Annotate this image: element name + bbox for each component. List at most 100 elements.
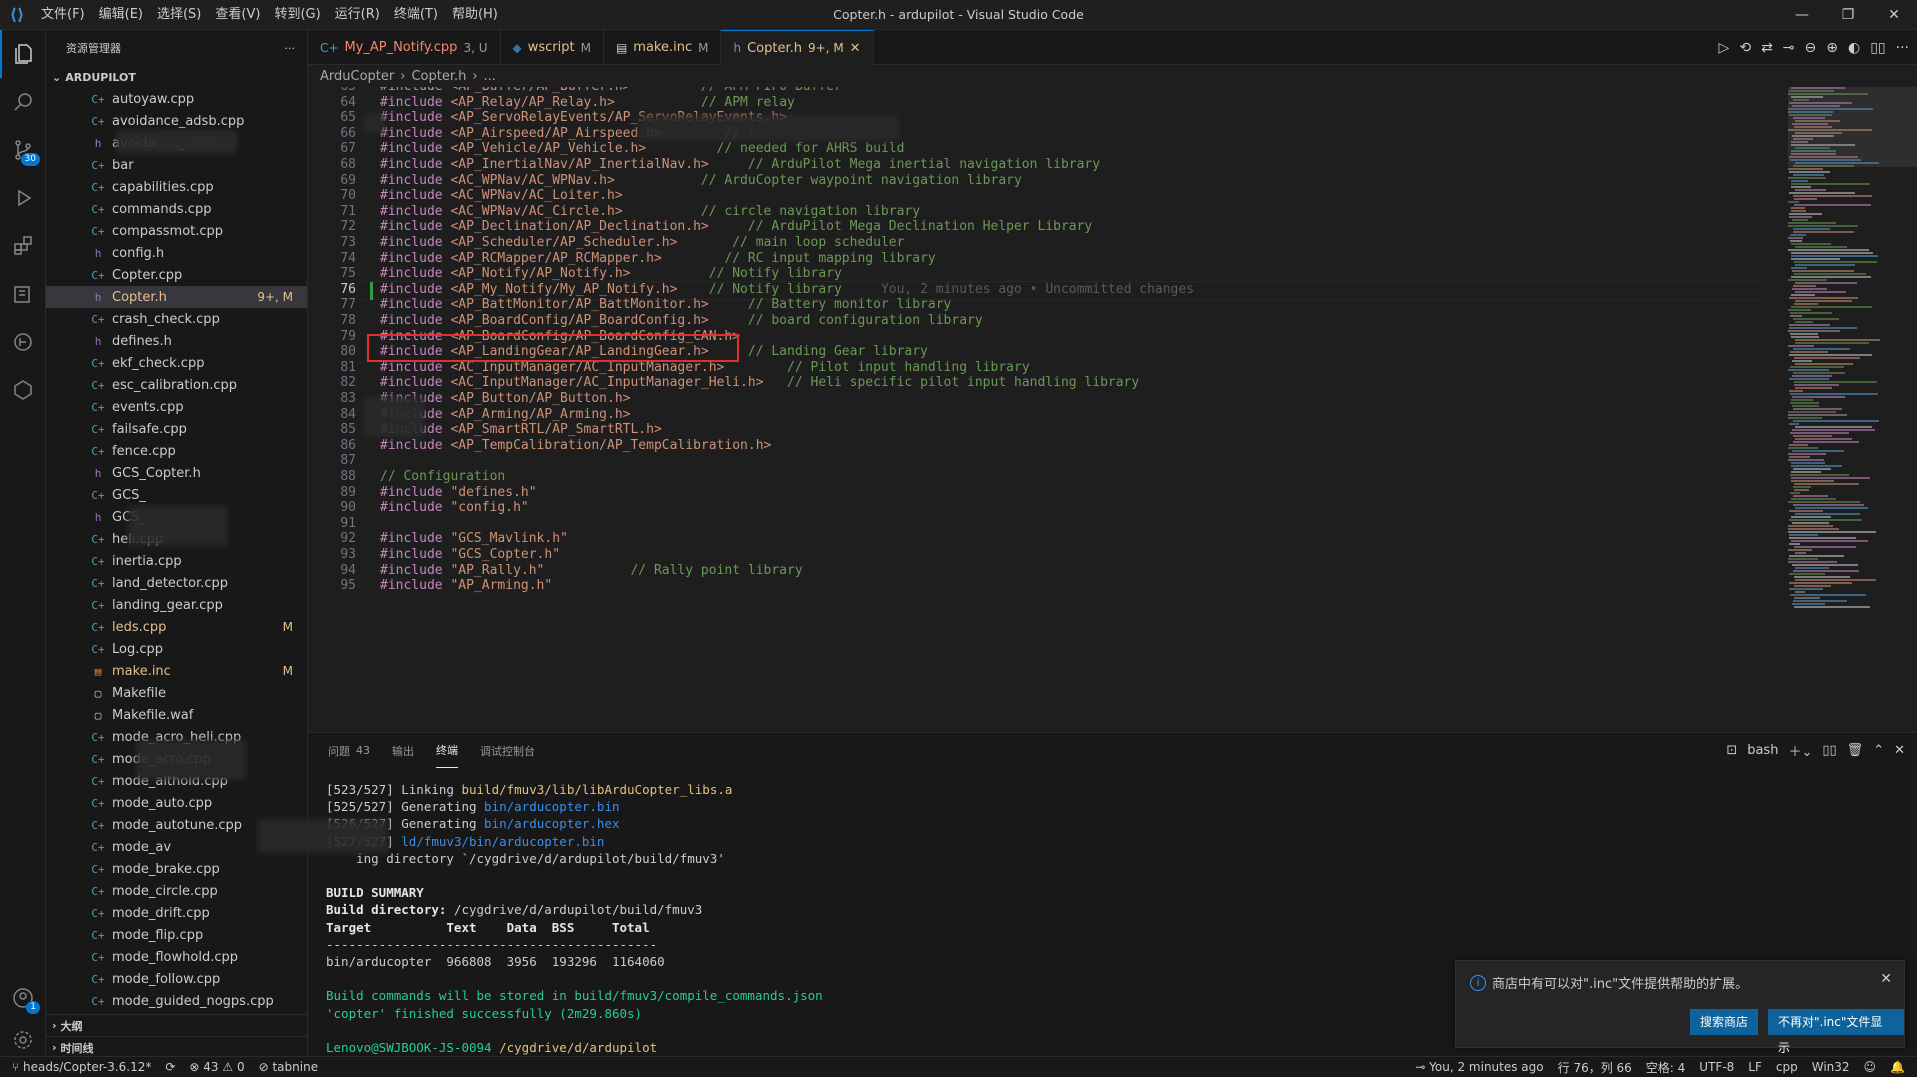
panel-tab[interactable]: 问题 43 bbox=[328, 733, 370, 768]
sync-icon[interactable]: ⟳ bbox=[165, 1060, 175, 1074]
next-change-icon[interactable]: ⊕ bbox=[1826, 40, 1838, 56]
workspace-root[interactable]: ⌄ ARDUPILOT bbox=[46, 66, 307, 88]
dont-show-again-button[interactable]: 不再对".inc"文件显示 bbox=[1768, 1009, 1904, 1055]
shell-name[interactable]: bash bbox=[1747, 743, 1778, 758]
split-editor-icon[interactable]: ▯▯ bbox=[1870, 40, 1885, 56]
search-icon[interactable] bbox=[0, 78, 46, 126]
tabnine-status[interactable]: ⊘ tabnine bbox=[259, 1060, 318, 1074]
branch-status[interactable]: ⑂ heads/Copter-3.6.12* bbox=[12, 1060, 151, 1074]
close-tab-icon[interactable]: ✕ bbox=[850, 41, 861, 56]
split-terminal-icon[interactable]: ▯▯ bbox=[1822, 743, 1836, 758]
history-icon[interactable]: ⟲ bbox=[1739, 40, 1751, 56]
outline-section[interactable]: › 大纲 bbox=[46, 1014, 307, 1036]
account-icon[interactable]: 1 bbox=[0, 974, 46, 1022]
search-store-button[interactable]: 搜索商店 bbox=[1690, 1009, 1759, 1035]
menu-item[interactable]: 查看(V) bbox=[208, 0, 267, 30]
menu-item[interactable]: 运行(R) bbox=[328, 0, 387, 30]
platformio-icon[interactable] bbox=[0, 366, 46, 414]
file-tree-item[interactable]: h Copter.h 9+, M bbox=[46, 286, 307, 308]
problems-status[interactable]: ⊗ 43 ⚠ 0 bbox=[189, 1060, 244, 1074]
indent-status[interactable]: 空格: 4 bbox=[1646, 1059, 1686, 1076]
file-tree-item[interactable]: h defines.h bbox=[46, 330, 307, 352]
file-tree-item[interactable]: ▢ Makefile bbox=[46, 682, 307, 704]
run-debug-icon[interactable] bbox=[0, 174, 46, 222]
file-tree-item[interactable]: C+ mode_drift.cpp bbox=[46, 902, 307, 924]
git-commit-icon[interactable]: ⊸ bbox=[1783, 40, 1795, 56]
platform-status[interactable]: Win32 bbox=[1812, 1060, 1850, 1074]
file-tree-item[interactable]: C+ ekf_check.cpp bbox=[46, 352, 307, 374]
file-tree-item[interactable]: C+ fence.cpp bbox=[46, 440, 307, 462]
file-tree-item[interactable]: C+ autoyaw.cpp bbox=[46, 88, 307, 110]
file-tree-item[interactable]: C+ bar bbox=[46, 154, 307, 176]
more-actions-icon[interactable]: ··· bbox=[1896, 40, 1909, 56]
close-panel-icon[interactable]: ✕ bbox=[1894, 743, 1905, 758]
compare-icon[interactable]: ⇄ bbox=[1761, 40, 1773, 56]
file-tree-item[interactable]: C+ capabilities.cpp bbox=[46, 176, 307, 198]
file-tree-item[interactable]: C+ mode_brake.cpp bbox=[46, 858, 307, 880]
file-tree-item[interactable]: C+ landing_gear.cpp bbox=[46, 594, 307, 616]
panel-tab[interactable]: 输出 bbox=[392, 733, 414, 768]
source-control-icon[interactable]: 30 bbox=[0, 126, 46, 174]
previous-change-icon[interactable]: ⊖ bbox=[1805, 40, 1817, 56]
notifications-bell-icon[interactable]: 🔔 bbox=[1890, 1060, 1905, 1074]
file-tree-item[interactable]: h GCS_Copter.h bbox=[46, 462, 307, 484]
minimap-slider[interactable] bbox=[1788, 87, 1917, 167]
file-tree-item[interactable]: C+ events.cpp bbox=[46, 396, 307, 418]
feedback-icon[interactable]: ☺ bbox=[1864, 1060, 1877, 1074]
file-tree-item[interactable]: C+ compassmot.cpp bbox=[46, 220, 307, 242]
file-tree-item[interactable]: C+ commands.cpp bbox=[46, 198, 307, 220]
file-tree-item[interactable]: ▢ Makefile.waf bbox=[46, 704, 307, 726]
open-changes-icon[interactable]: ◐ bbox=[1848, 40, 1860, 56]
file-tree-item[interactable]: C+ mode_flowhold.cpp bbox=[46, 946, 307, 968]
file-tree-item[interactable]: C+ crash_check.cpp bbox=[46, 308, 307, 330]
maximize-panel-icon[interactable]: ⌃ bbox=[1873, 743, 1884, 758]
language-status[interactable]: cpp bbox=[1776, 1060, 1798, 1074]
file-tree-item[interactable]: C+ avoidance_adsb.cpp bbox=[46, 110, 307, 132]
file-tree-item[interactable]: C+ leds.cpp M bbox=[46, 616, 307, 638]
panel-tab[interactable]: 终端 bbox=[436, 733, 458, 768]
trash-icon[interactable]: 🗑 bbox=[1847, 743, 1864, 758]
restore-icon[interactable]: ❐ bbox=[1825, 0, 1871, 30]
menu-item[interactable]: 编辑(E) bbox=[92, 0, 150, 30]
remote-explorer-icon[interactable] bbox=[0, 270, 46, 318]
file-tree-item[interactable]: C+ failsafe.cpp bbox=[46, 418, 307, 440]
more-actions-icon[interactable]: ··· bbox=[285, 42, 296, 55]
cursor-position[interactable]: 行 76，列 66 bbox=[1558, 1059, 1632, 1076]
editor-tab[interactable]: ◆ wscript M bbox=[501, 30, 604, 65]
menu-item[interactable]: 终端(T) bbox=[387, 0, 445, 30]
minimap[interactable] bbox=[1788, 87, 1917, 732]
editor-tab[interactable]: ▤ make.inc M bbox=[604, 30, 722, 65]
file-tree-item[interactable]: C+ inertia.cpp bbox=[46, 550, 307, 572]
file-tree-item[interactable]: C+ mode_circle.cpp bbox=[46, 880, 307, 902]
menu-item[interactable]: 选择(S) bbox=[150, 0, 208, 30]
file-tree-item[interactable]: C+ Copter.cpp bbox=[46, 264, 307, 286]
file-tree-item[interactable]: C+ land_detector.cpp bbox=[46, 572, 307, 594]
explorer-icon[interactable] bbox=[0, 30, 46, 78]
file-tree-item[interactable]: C+ mode_guided_nogps.cpp bbox=[46, 990, 307, 1012]
encoding-status[interactable]: UTF-8 bbox=[1699, 1060, 1734, 1074]
menu-item[interactable]: 文件(F) bbox=[34, 0, 92, 30]
file-tree-item[interactable]: h config.h bbox=[46, 242, 307, 264]
new-terminal-icon[interactable]: ＋⌄ bbox=[1788, 741, 1812, 760]
file-tree-item[interactable]: C+ Log.cpp bbox=[46, 638, 307, 660]
run-icon[interactable]: ▷ bbox=[1719, 40, 1730, 56]
editor-tab[interactable]: C+ My_AP_Notify.cpp 3, U bbox=[308, 30, 501, 65]
close-icon[interactable]: ✕ bbox=[1871, 0, 1917, 30]
panel-tab[interactable]: 调试控制台 bbox=[480, 733, 535, 768]
minimize-icon[interactable]: — bbox=[1779, 0, 1825, 30]
file-tree-item[interactable]: C+ mode_auto.cpp bbox=[46, 792, 307, 814]
git-blame-status[interactable]: ⊸ You, 2 minutes ago bbox=[1415, 1060, 1543, 1074]
eol-status[interactable]: LF bbox=[1748, 1060, 1762, 1074]
breadcrumb-item[interactable]: ArduCopter bbox=[320, 69, 394, 84]
breadcrumb-item[interactable]: Copter.h bbox=[411, 69, 466, 84]
file-tree-item[interactable]: C+ esc_calibration.cpp bbox=[46, 374, 307, 396]
code-editor[interactable]: 63 #include <AP_Buffer/AP_Buffer.h> // AP… bbox=[308, 87, 1788, 732]
close-notification-icon[interactable]: ✕ bbox=[1880, 971, 1892, 987]
file-tree-item[interactable]: C+ mode_follow.cpp bbox=[46, 968, 307, 990]
file-tree-item[interactable]: C+ mode_flip.cpp bbox=[46, 924, 307, 946]
breadcrumb-item[interactable]: ... bbox=[484, 69, 496, 84]
menu-item[interactable]: 帮助(H) bbox=[445, 0, 505, 30]
extensions-icon[interactable] bbox=[0, 222, 46, 270]
timeline-section[interactable]: › 时间线 bbox=[46, 1036, 307, 1056]
file-tree-item[interactable]: ▤ make.inc M bbox=[46, 660, 307, 682]
